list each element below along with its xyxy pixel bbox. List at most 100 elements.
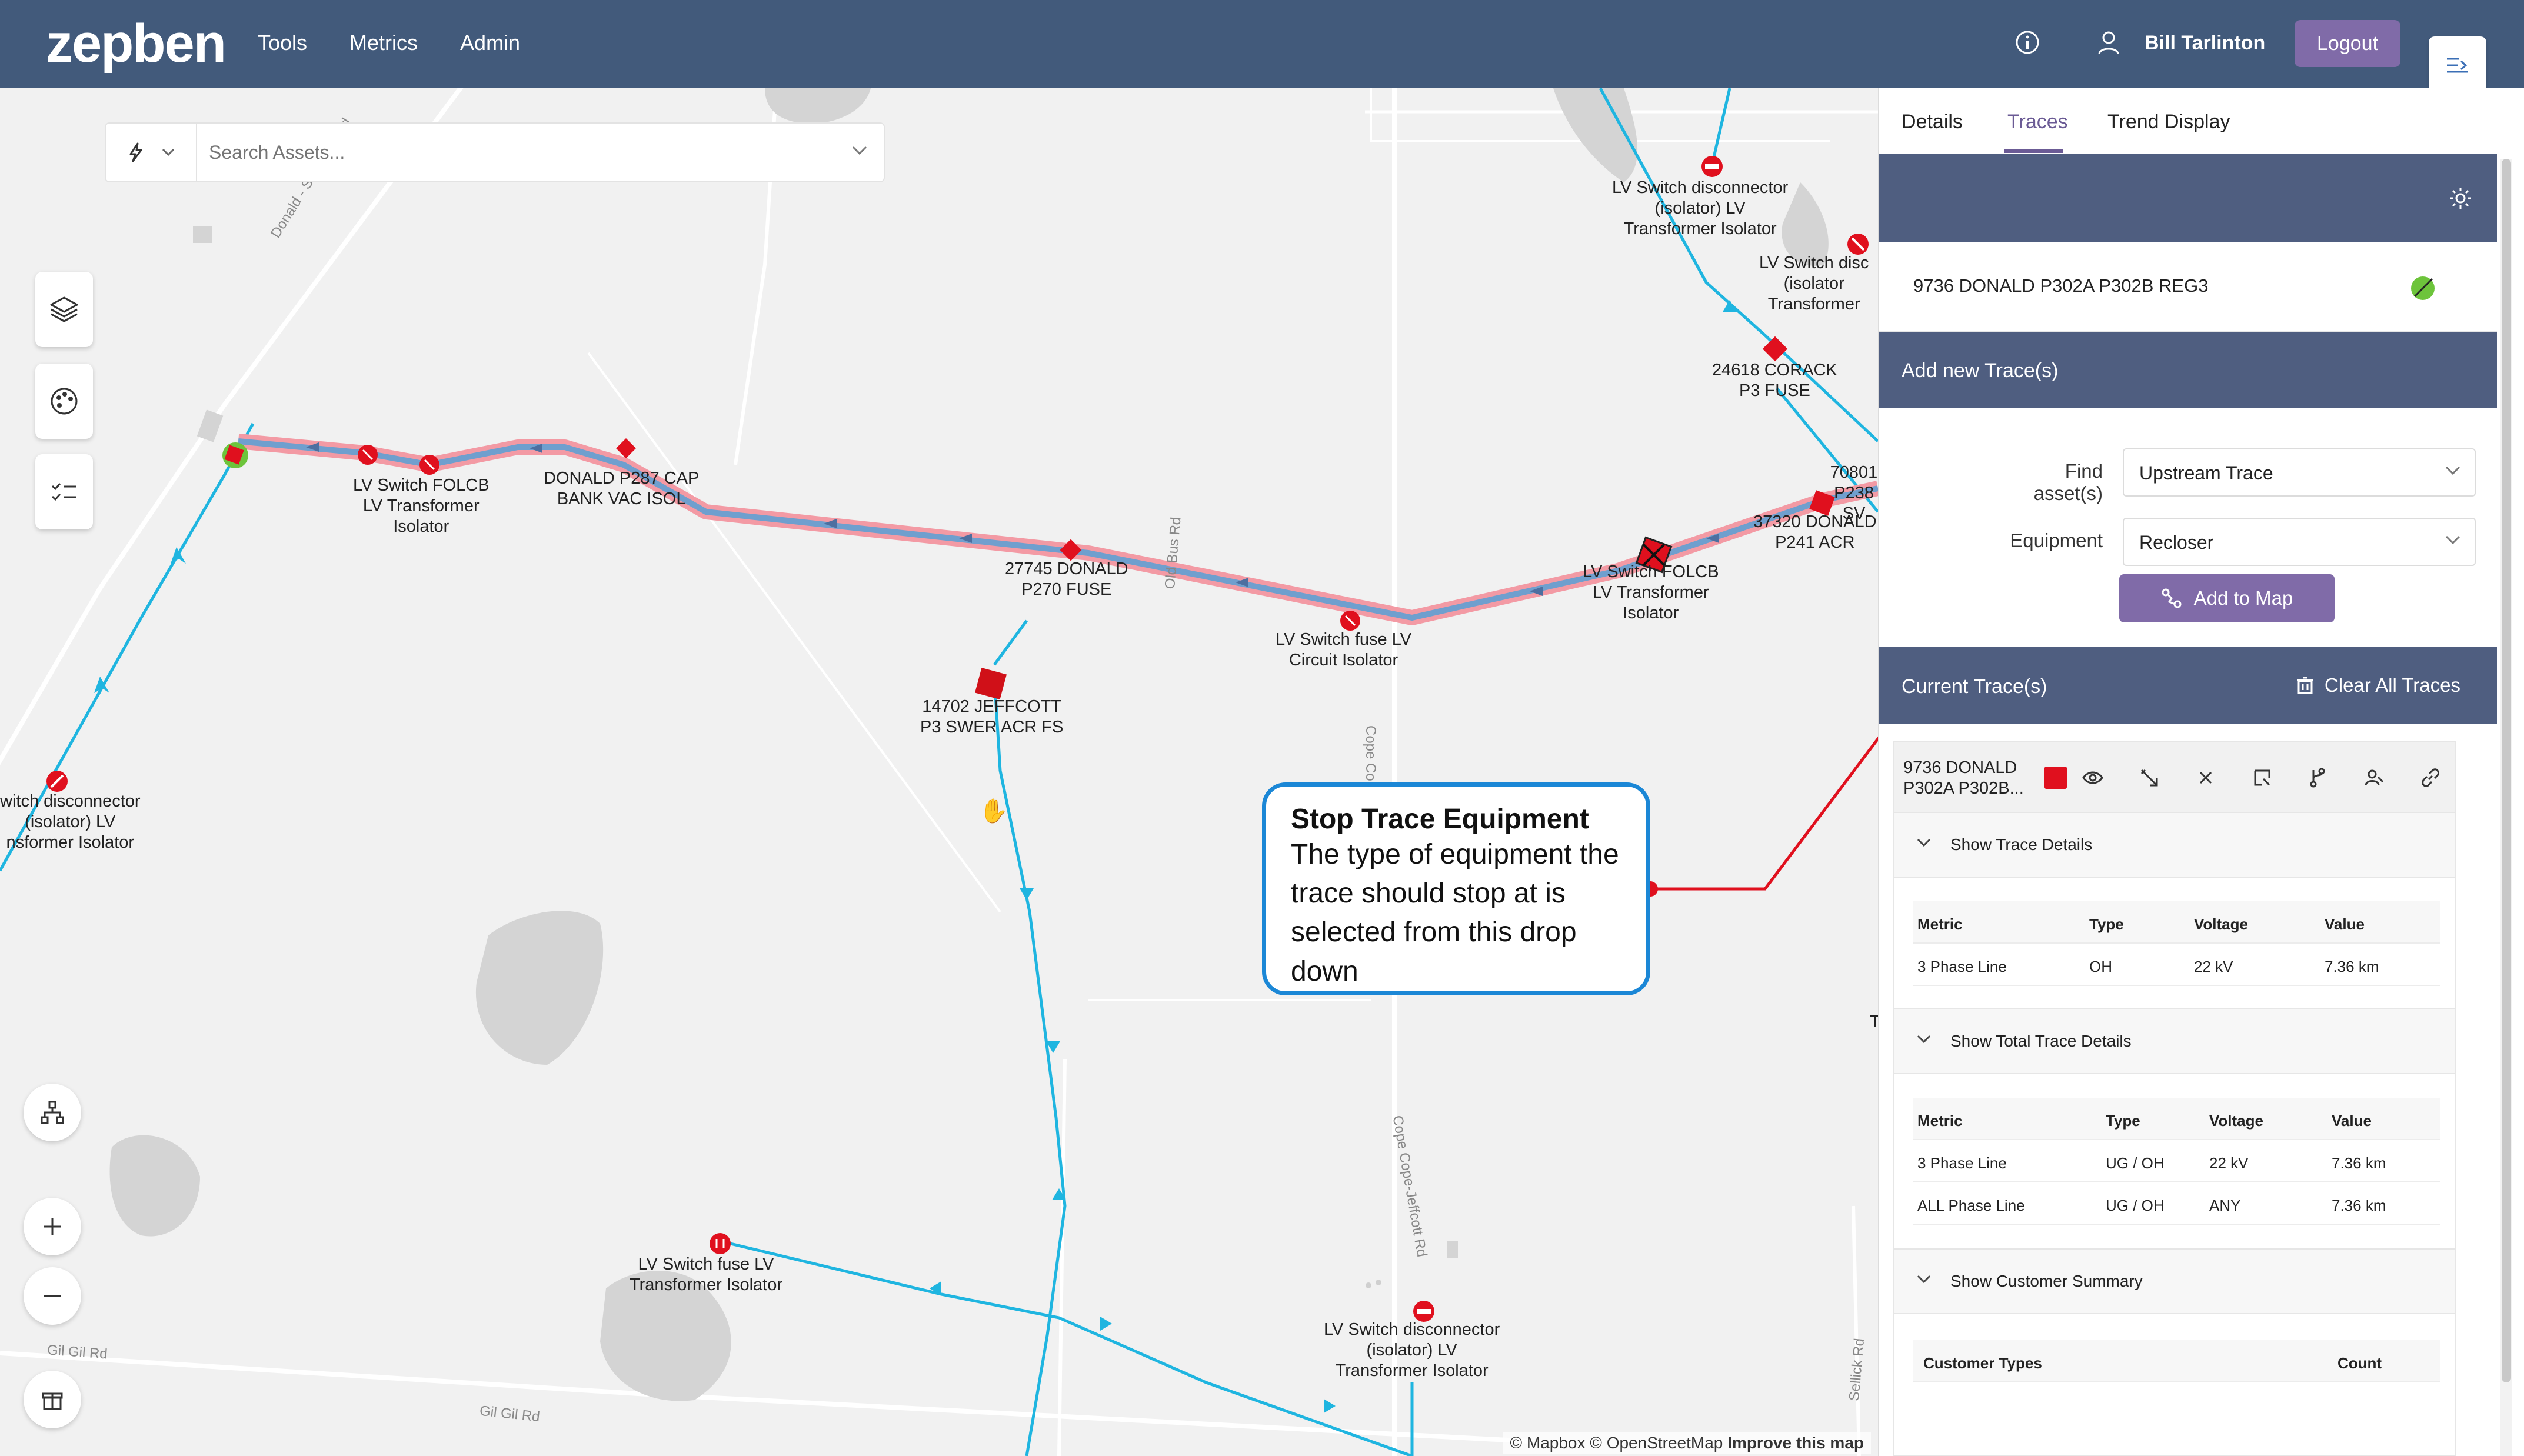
asset-label[interactable]: 27745 DONALD P270 FUSE bbox=[1005, 559, 1128, 600]
asset-label[interactable]: LV Switch fuse LV Circuit Isolator bbox=[1276, 629, 1411, 671]
chevron-down-icon bbox=[2445, 535, 2460, 545]
scrollbar-thumb[interactable] bbox=[2502, 159, 2511, 1382]
link-icon[interactable] bbox=[2419, 766, 2442, 789]
trace-details-table: Metric Type Voltage Value 3 Phase Line O… bbox=[1913, 901, 2440, 986]
table-cell: OH bbox=[2089, 958, 2112, 975]
equipment-select[interactable]: Recloser bbox=[2123, 518, 2476, 566]
clear-all-label: Clear All Traces bbox=[2324, 674, 2460, 696]
trace-item-name: 9736 DONALD P302A P302B... bbox=[1903, 758, 2024, 798]
table-header: Voltage bbox=[2209, 1112, 2263, 1130]
table-cell: 7.36 km bbox=[2332, 1197, 2386, 1214]
asset-label[interactable]: LV Switch FOLCB LV Transformer Isolator bbox=[1583, 562, 1719, 623]
table-header: Type bbox=[2089, 915, 2124, 933]
asset-label[interactable]: LV Switch FOLCB LV Transformer Isolator bbox=[353, 475, 490, 537]
road-label: Cope Co bbox=[1363, 725, 1378, 781]
collapse-panel-button[interactable] bbox=[2429, 36, 2486, 94]
annotation-callout: Stop Trace Equipment The type of equipme… bbox=[1262, 782, 1650, 995]
zoom-out-button[interactable] bbox=[24, 1267, 81, 1325]
side-panel: Details Traces Trend Display 9736 DONALD… bbox=[1878, 88, 2524, 1456]
style-button[interactable] bbox=[35, 364, 93, 439]
layers-button[interactable] bbox=[35, 272, 93, 347]
gear-icon[interactable] bbox=[2448, 185, 2473, 211]
table-header: Metric bbox=[1917, 915, 1963, 933]
total-trace-details-label: Show Total Trace Details bbox=[1950, 1032, 2132, 1050]
eye-icon[interactable] bbox=[2081, 766, 2105, 789]
asset-label[interactable]: LV Switch fuse LV Transformer Isolator bbox=[630, 1254, 782, 1295]
chevron-down-icon bbox=[162, 148, 174, 156]
asset-search-bar[interactable] bbox=[105, 122, 885, 182]
customer-summary-toggle[interactable]: Show Customer Summary bbox=[1894, 1248, 2455, 1314]
chevron-down-icon bbox=[2445, 466, 2460, 475]
search-input[interactable] bbox=[209, 132, 833, 173]
branch-icon[interactable] bbox=[2306, 766, 2329, 789]
add-to-map-button[interactable]: Add to Map bbox=[2119, 574, 2335, 622]
total-trace-details-toggle[interactable]: Show Total Trace Details bbox=[1894, 1008, 2455, 1074]
table-cell: ANY bbox=[2209, 1197, 2241, 1214]
layers-icon bbox=[50, 296, 78, 322]
close-icon[interactable] bbox=[2194, 766, 2217, 789]
table-cell: 7.36 km bbox=[2332, 1154, 2386, 1172]
chevron-down-icon[interactable] bbox=[851, 145, 868, 156]
search-filter-dropdown[interactable] bbox=[106, 124, 197, 181]
chevron-down-icon bbox=[1917, 838, 1931, 847]
trash-icon bbox=[2296, 677, 2313, 694]
improve-map-link[interactable]: Improve this map bbox=[1727, 1434, 1864, 1452]
info-icon[interactable] bbox=[2014, 29, 2040, 55]
trace-details-toggle[interactable]: Show Trace Details bbox=[1894, 812, 2455, 878]
trace-path-icon bbox=[2162, 588, 2182, 608]
nav-metrics[interactable]: Metrics bbox=[349, 31, 418, 55]
asset-label[interactable]: 14702 JEFFCOTT P3 SWER ACR FS bbox=[920, 697, 1063, 738]
equipment-label: Equipment bbox=[2010, 529, 2103, 551]
nav-tools[interactable]: Tools bbox=[258, 31, 307, 55]
chevron-down-icon bbox=[1917, 1275, 1931, 1284]
app-header: zepben Tools Metrics Admin Bill Tarlinto… bbox=[0, 0, 2524, 88]
asset-label[interactable]: LV Switch disc (isolator Transformer bbox=[1759, 253, 1869, 314]
panel-collapse-icon bbox=[2447, 58, 2468, 73]
user-icon[interactable] bbox=[2096, 29, 2122, 55]
checklist-button[interactable] bbox=[35, 454, 93, 529]
clear-all-traces-button[interactable]: Clear All Traces bbox=[2295, 674, 2460, 697]
asset-label[interactable]: 24618 CORACK P3 FUSE bbox=[1712, 360, 1837, 401]
add-trace-title: Add new Trace(s) bbox=[1902, 359, 2059, 382]
chevron-down-icon bbox=[1917, 1035, 1931, 1044]
asset-label[interactable]: witch disconnector (isolator) LV nsforme… bbox=[0, 791, 141, 852]
table-cell: 3 Phase Line bbox=[1917, 958, 2007, 975]
palette-icon bbox=[51, 388, 78, 415]
map-canvas[interactable]: Donald - Swan Hill Rd Old Bus Rd Cope Co… bbox=[0, 88, 1878, 1456]
trace-source-card[interactable]: 9736 DONALD P302A P302B REG3 bbox=[1879, 242, 2497, 332]
nav-admin[interactable]: Admin bbox=[460, 31, 520, 55]
asset-label[interactable]: 70801 P238 SV bbox=[1830, 462, 1878, 524]
table-header-row: Metric Type Voltage Value bbox=[1913, 1098, 2440, 1140]
network-button[interactable] bbox=[24, 1084, 81, 1141]
table-cell: 3 Phase Line bbox=[1917, 1154, 2007, 1172]
attribution-text: © Mapbox © OpenStreetMap bbox=[1510, 1434, 1723, 1452]
traces-toolbar bbox=[1879, 154, 2497, 242]
zoom-in-button[interactable] bbox=[24, 1198, 81, 1255]
customers-icon[interactable] bbox=[2362, 766, 2386, 789]
asset-label[interactable]: LV Switch disconnector (isolator) LV Tra… bbox=[1324, 1320, 1500, 1381]
table-cell: 22 kV bbox=[2209, 1154, 2249, 1172]
asset-label: T bbox=[1870, 1012, 1878, 1031]
minus-icon bbox=[44, 1295, 61, 1297]
asset-label[interactable]: DONALD P287 CAP BANK VAC ISOL bbox=[544, 468, 699, 509]
tab-traces[interactable]: Traces bbox=[2007, 111, 2068, 134]
logout-button[interactable]: Logout bbox=[2295, 20, 2400, 67]
table-header-row: Customer Types Count bbox=[1913, 1340, 2440, 1382]
find-assets-select[interactable]: Upstream Trace bbox=[2123, 448, 2476, 497]
asset-label[interactable]: LV Switch disconnector (isolator) LV Tra… bbox=[1612, 178, 1788, 239]
table-header: Type bbox=[2106, 1112, 2140, 1130]
select-area-icon[interactable] bbox=[2250, 766, 2274, 789]
tab-trend-display[interactable]: Trend Display bbox=[2107, 111, 2230, 134]
callout-title: Stop Trace Equipment bbox=[1291, 804, 1589, 835]
table-header: Customer Types bbox=[1923, 1354, 2042, 1372]
gift-button[interactable] bbox=[24, 1371, 81, 1428]
table-header-row: Metric Type Voltage Value bbox=[1913, 901, 2440, 944]
zoom-to-trace-icon[interactable] bbox=[2137, 766, 2161, 789]
trace-color-swatch[interactable] bbox=[2044, 767, 2067, 789]
tab-details[interactable]: Details bbox=[1902, 111, 1963, 134]
table-cell: 22 kV bbox=[2194, 958, 2233, 975]
table-cell: 7.36 km bbox=[2325, 958, 2379, 975]
map-attribution: © Mapbox © OpenStreetMap Improve this ma… bbox=[1503, 1432, 1871, 1454]
table-header: Metric bbox=[1917, 1112, 1963, 1130]
panel-scrollbar[interactable] bbox=[2500, 159, 2512, 1456]
